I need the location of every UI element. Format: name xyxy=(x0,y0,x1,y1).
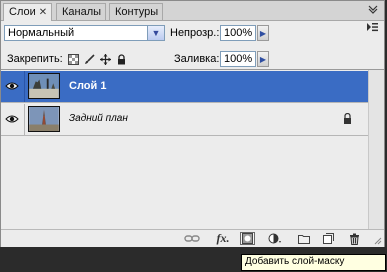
new-group-icon[interactable] xyxy=(297,232,310,245)
lock-all-icon[interactable] xyxy=(116,54,127,65)
lock-options xyxy=(68,53,127,66)
lock-transparency-icon[interactable] xyxy=(68,54,79,65)
tab-layers-label: Слои xyxy=(9,6,36,18)
tab-paths[interactable]: Контуры xyxy=(109,3,164,20)
layers-list: Слой 1 Задний план xyxy=(1,69,384,230)
lock-label: Закрепить: xyxy=(7,53,63,65)
lock-pixels-brush-icon[interactable] xyxy=(84,54,95,65)
row-divider xyxy=(24,104,25,135)
panel-menu-icon[interactable] xyxy=(366,22,378,32)
tab-paths-label: Контуры xyxy=(115,6,159,18)
row-divider xyxy=(24,71,25,102)
resize-grip-icon[interactable] xyxy=(373,236,382,245)
tab-channels[interactable]: Каналы xyxy=(56,3,107,20)
tooltip: Добавить слой-маску xyxy=(241,254,386,271)
visibility-eye-icon[interactable] xyxy=(5,114,19,124)
fx-icon[interactable]: fx. xyxy=(214,231,232,245)
layer-lock-icon xyxy=(344,113,351,124)
add-mask-icon[interactable] xyxy=(240,232,255,245)
lock-position-move-icon[interactable] xyxy=(100,54,111,65)
tab-channels-label: Каналы xyxy=(62,6,102,18)
layer-row-1[interactable]: Слой 1 xyxy=(1,71,369,103)
fill-input[interactable]: 100% xyxy=(220,51,256,67)
chevron-down-icon[interactable]: ▼ xyxy=(147,26,164,40)
opacity-label: Непрозр.: xyxy=(170,27,220,39)
close-tab-icon[interactable]: ✕ xyxy=(39,7,47,18)
visibility-eye-icon[interactable] xyxy=(5,81,19,91)
trash-icon[interactable] xyxy=(348,232,361,245)
opacity-slider-button[interactable]: ▶ xyxy=(257,25,269,41)
fill-slider-button[interactable]: ▶ xyxy=(257,51,269,67)
layer-name[interactable]: Слой 1 xyxy=(69,80,106,92)
link-layers-icon[interactable] xyxy=(184,232,200,245)
blend-mode-value: Нормальный xyxy=(8,27,75,39)
layers-scrollbar[interactable] xyxy=(368,70,384,229)
opacity-input[interactable]: 100% xyxy=(220,25,256,41)
layers-panel: Слои ✕ Каналы Контуры Нормальный ▼ Непроз… xyxy=(0,0,385,247)
blend-mode-select[interactable]: Нормальный ▼ xyxy=(4,25,165,41)
new-layer-icon[interactable] xyxy=(322,232,335,245)
layer-thumbnail[interactable] xyxy=(28,106,60,132)
tab-strip: Слои ✕ Каналы Контуры xyxy=(1,1,384,21)
tab-layers[interactable]: Слои ✕ xyxy=(3,3,53,21)
collapse-icon[interactable] xyxy=(368,4,378,14)
layer-thumbnail[interactable] xyxy=(28,73,60,99)
adjustment-layer-icon[interactable] xyxy=(267,232,283,245)
layer-row-background[interactable]: Задний план xyxy=(1,104,369,136)
bottom-toolbar: fx. xyxy=(1,229,384,247)
fill-label: Заливка: xyxy=(174,53,220,65)
layer-name[interactable]: Задний план xyxy=(69,113,128,124)
